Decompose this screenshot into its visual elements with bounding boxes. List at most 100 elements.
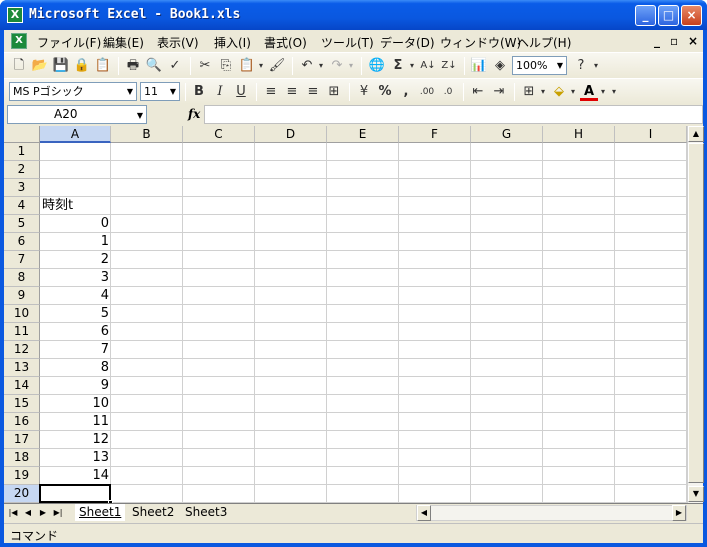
- column-header-i[interactable]: I: [615, 126, 687, 143]
- doc-close-button[interactable]: ×: [688, 34, 698, 48]
- cell-a5[interactable]: 0: [40, 215, 111, 233]
- align-left-icon[interactable]: ≡: [262, 83, 280, 101]
- chart-wizard-icon[interactable]: 📊: [470, 57, 488, 75]
- copy-icon[interactable]: ⎘: [217, 57, 235, 75]
- paste-icon[interactable]: 📋: [238, 57, 256, 75]
- comma-icon[interactable]: ,: [397, 83, 415, 101]
- drawing-icon[interactable]: ◈: [491, 57, 509, 75]
- align-center-icon[interactable]: ≡: [283, 83, 301, 101]
- fill-color-icon[interactable]: ⬙: [550, 83, 568, 101]
- row-header-1[interactable]: 1: [4, 143, 40, 161]
- sheet-tab-3[interactable]: Sheet3: [181, 504, 231, 521]
- cell-a11[interactable]: 6: [40, 323, 111, 341]
- cell-a17[interactable]: 12: [40, 431, 111, 449]
- cell-a6[interactable]: 1: [40, 233, 111, 251]
- menu-file[interactable]: ファイル(F): [37, 34, 101, 51]
- research-icon[interactable]: 📋: [94, 57, 112, 75]
- column-header-a[interactable]: A: [40, 126, 111, 143]
- select-all-button[interactable]: [4, 126, 40, 143]
- row-header-8[interactable]: 8: [4, 269, 40, 287]
- format-painter-icon[interactable]: 🖌: [268, 57, 286, 75]
- new-icon[interactable]: 🗋: [10, 57, 28, 75]
- excel-icon[interactable]: X: [7, 7, 23, 23]
- next-sheet-icon[interactable]: ▶: [37, 506, 49, 520]
- toolbar-options-icon[interactable]: ▾: [610, 83, 618, 101]
- row-header-6[interactable]: 6: [4, 233, 40, 251]
- row-header-5[interactable]: 5: [4, 215, 40, 233]
- column-header-e[interactable]: E: [327, 126, 399, 143]
- row-header-11[interactable]: 11: [4, 323, 40, 341]
- row-header-9[interactable]: 9: [4, 287, 40, 305]
- paste-dropdown-icon[interactable]: ▾: [257, 57, 265, 75]
- decrease-indent-icon[interactable]: ⇤: [469, 83, 487, 101]
- redo-dropdown-icon[interactable]: ▾: [347, 57, 355, 75]
- open-icon[interactable]: 📂: [31, 57, 49, 75]
- column-header-b[interactable]: B: [111, 126, 183, 143]
- row-header-10[interactable]: 10: [4, 305, 40, 323]
- bold-button[interactable]: B: [190, 83, 208, 101]
- redo-icon[interactable]: ↷: [328, 57, 346, 75]
- formula-input[interactable]: [204, 105, 703, 124]
- chevron-down-icon[interactable]: ▼: [124, 83, 136, 100]
- sheet-tab-2[interactable]: Sheet2: [128, 504, 178, 521]
- currency-icon[interactable]: ¥: [355, 83, 373, 101]
- hyperlink-icon[interactable]: 🌐: [368, 57, 386, 75]
- print-icon[interactable]: 🖶: [124, 57, 142, 75]
- sort-ascending-icon[interactable]: A↓: [419, 57, 437, 75]
- name-box[interactable]: A20 ▼: [7, 105, 147, 124]
- align-right-icon[interactable]: ≡: [304, 83, 322, 101]
- menu-edit[interactable]: 編集(E): [103, 34, 144, 51]
- minimize-button[interactable]: _: [635, 5, 656, 26]
- row-header-20[interactable]: 20: [4, 485, 40, 503]
- menu-format[interactable]: 書式(O): [264, 34, 307, 51]
- save-icon[interactable]: 💾: [52, 57, 70, 75]
- cell-a7[interactable]: 2: [40, 251, 111, 269]
- menu-help[interactable]: ヘルプ(H): [517, 34, 571, 51]
- font-size-combo[interactable]: 11 ▼: [140, 82, 180, 101]
- doc-restore-button[interactable]: ▫: [670, 34, 678, 48]
- cell-a12[interactable]: 7: [40, 341, 111, 359]
- column-header-f[interactable]: F: [399, 126, 471, 143]
- horizontal-scrollbar[interactable]: ◀ ▶: [416, 505, 687, 521]
- row-header-12[interactable]: 12: [4, 341, 40, 359]
- sort-descending-icon[interactable]: Z↓: [440, 57, 458, 75]
- scroll-down-icon[interactable]: ▼: [688, 486, 704, 502]
- row-header-2[interactable]: 2: [4, 161, 40, 179]
- merge-center-icon[interactable]: ⊞: [325, 83, 343, 101]
- vertical-scrollbar[interactable]: ▲ ▼: [687, 126, 704, 503]
- row-header-4[interactable]: 4: [4, 197, 40, 215]
- cell-a8[interactable]: 3: [40, 269, 111, 287]
- column-header-c[interactable]: C: [183, 126, 255, 143]
- row-header-15[interactable]: 15: [4, 395, 40, 413]
- close-button[interactable]: ×: [681, 5, 702, 26]
- fill-color-dropdown-icon[interactable]: ▾: [569, 83, 577, 101]
- worksheet-grid[interactable]: A B C D E F G H I 1 2 3 4 5 6 7 8 9 10 11 12 13 14 15 16 17 18 19 20…: [4, 126, 687, 503]
- cell-a16[interactable]: 11: [40, 413, 111, 431]
- prev-sheet-icon[interactable]: ◀: [22, 506, 34, 520]
- scroll-left-icon[interactable]: ◀: [417, 505, 431, 521]
- zoom-combo[interactable]: 100% ▼: [512, 56, 567, 75]
- scroll-right-icon[interactable]: ▶: [672, 505, 686, 521]
- font-color-icon[interactable]: A: [580, 83, 598, 101]
- column-header-d[interactable]: D: [255, 126, 327, 143]
- maximize-button[interactable]: □: [658, 5, 679, 26]
- permission-icon[interactable]: 🔒: [73, 57, 91, 75]
- chevron-down-icon[interactable]: ▼: [167, 83, 179, 100]
- italic-button[interactable]: I: [211, 83, 229, 101]
- font-color-dropdown-icon[interactable]: ▾: [599, 83, 607, 101]
- sheet-tab-1[interactable]: Sheet1: [75, 504, 126, 521]
- increase-decimal-icon[interactable]: .00: [418, 83, 436, 101]
- help-icon[interactable]: ?: [572, 57, 590, 75]
- menu-data[interactable]: データ(D): [380, 34, 435, 51]
- menu-insert[interactable]: 挿入(I): [214, 34, 251, 51]
- active-cell-border[interactable]: [39, 484, 111, 503]
- cell-a19[interactable]: 14: [40, 467, 111, 485]
- row-header-16[interactable]: 16: [4, 413, 40, 431]
- row-header-17[interactable]: 17: [4, 431, 40, 449]
- cell-a10[interactable]: 5: [40, 305, 111, 323]
- undo-icon[interactable]: ↶: [298, 57, 316, 75]
- percent-icon[interactable]: %: [376, 83, 394, 101]
- underline-button[interactable]: U: [232, 83, 250, 101]
- workbook-icon[interactable]: X: [11, 33, 27, 49]
- autosum-icon[interactable]: Σ: [389, 57, 407, 75]
